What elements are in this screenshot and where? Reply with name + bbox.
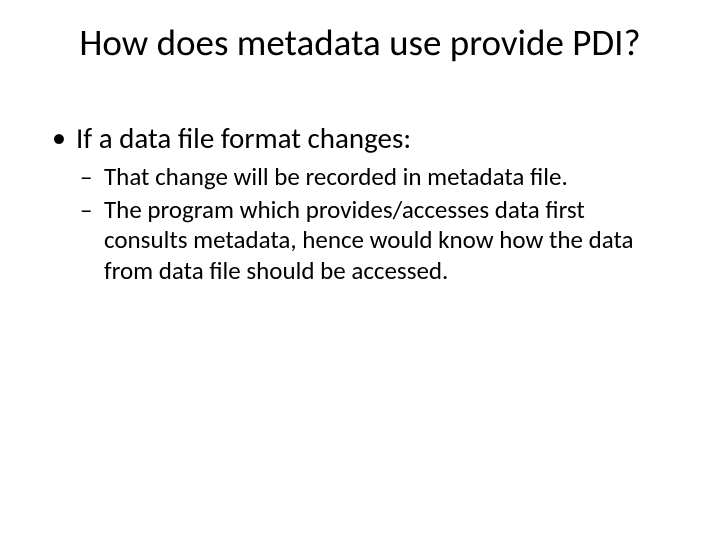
bullet-list-level2: That change will be recorded in metadata… bbox=[76, 162, 672, 286]
bullet-text: If a data file format changes: bbox=[76, 120, 411, 156]
list-item: The program which provides/accesses data… bbox=[76, 195, 672, 287]
list-item: That change will be recorded in metadata… bbox=[76, 162, 672, 193]
bullet-text: The program which provides/accesses data… bbox=[104, 194, 634, 286]
bullet-list-level1: If a data file format changes: That chan… bbox=[48, 120, 672, 286]
slide: How does metadata use provide PDI? If a … bbox=[0, 0, 720, 540]
bullet-text: That change will be recorded in metadata… bbox=[104, 161, 568, 192]
slide-title: How does metadata use provide PDI? bbox=[0, 20, 720, 65]
list-item: If a data file format changes: That chan… bbox=[48, 120, 672, 286]
slide-body: If a data file format changes: That chan… bbox=[48, 120, 672, 292]
